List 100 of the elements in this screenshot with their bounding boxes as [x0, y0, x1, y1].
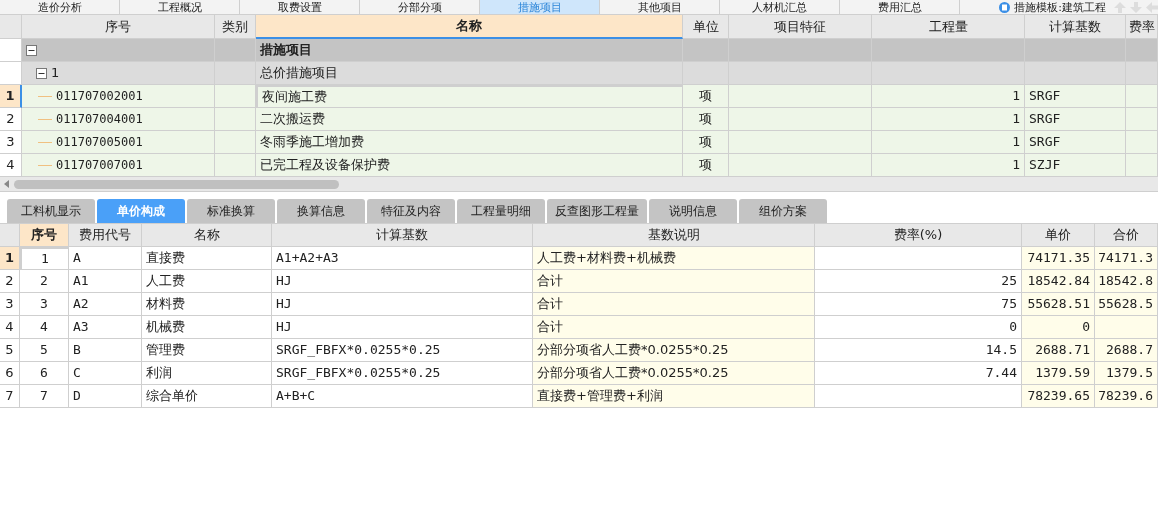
table-cell: 合计 [533, 293, 815, 316]
item-code: 011707002001 [56, 88, 143, 105]
column-header[interactable]: 类别 [215, 15, 256, 39]
table-cell [683, 39, 729, 62]
column-header[interactable]: 单价 [1022, 224, 1095, 247]
table-cell: 0 [815, 316, 1022, 339]
column-header[interactable]: 序号 [20, 224, 69, 247]
item-code: 011707004001 [56, 111, 143, 128]
detail-tab[interactable]: 工程量明细 [457, 199, 545, 223]
table-cell: 5 [20, 339, 69, 362]
scroll-left-icon[interactable] [3, 180, 11, 188]
table-cell: 机械费 [142, 316, 272, 339]
table-cell: 1 [872, 108, 1025, 131]
table-cell: 18542.84 [1022, 270, 1095, 293]
module-tab[interactable]: 造价分析 [0, 0, 120, 14]
table-cell: A+B+C [272, 385, 533, 408]
table-cell [1126, 85, 1158, 108]
table-cell: 项 [683, 154, 729, 177]
table-cell: 总价措施项目 [256, 62, 683, 85]
table-cell: 1379.5 [1095, 362, 1158, 385]
detail-tab[interactable]: 组价方案 [739, 199, 827, 223]
row-header: 3 [0, 293, 20, 316]
table-cell: 6 [20, 362, 69, 385]
row-header: 6 [0, 362, 20, 385]
table-cell: 0 [1022, 316, 1095, 339]
row-header: 4 [0, 154, 22, 177]
column-header[interactable]: 基数说明 [533, 224, 815, 247]
table-cell: SRGF_FBFX*0.0255*0.25 [272, 362, 533, 385]
column-header[interactable]: 名称 [142, 224, 272, 247]
table-cell: 4 [20, 316, 69, 339]
detail-tab[interactable]: 说明信息 [649, 199, 737, 223]
column-header[interactable]: 名称 [256, 15, 683, 39]
table-cell: SRGF_FBFX*0.0255*0.25 [272, 339, 533, 362]
module-tab[interactable]: 其他项目 [600, 0, 720, 14]
table-cell: 直接费+管理费+利润 [533, 385, 815, 408]
table-cell [1126, 62, 1158, 85]
table-cell: 1 [872, 85, 1025, 108]
module-tab[interactable]: 人材机汇总 [720, 0, 840, 14]
column-header[interactable]: 合价 [1095, 224, 1158, 247]
detail-tab[interactable]: 特征及内容 [367, 199, 455, 223]
table-cell: 合计 [533, 316, 815, 339]
collapse-icon[interactable] [36, 67, 47, 79]
table-cell: 1 [20, 247, 69, 270]
column-header[interactable]: 项目特征 [729, 15, 872, 39]
table-cell [1126, 108, 1158, 131]
table-cell: 综合单价 [142, 385, 272, 408]
column-header[interactable]: 费率(%) [815, 224, 1022, 247]
column-header[interactable]: 计算基数 [1025, 15, 1126, 39]
table-cell [1126, 154, 1158, 177]
column-header[interactable]: 计算基数 [272, 224, 533, 247]
column-header[interactable]: 费率 [1126, 15, 1158, 39]
detail-tab[interactable]: 标准换算 [187, 199, 275, 223]
table-cell: 3 [20, 293, 69, 316]
column-header[interactable]: 单位 [683, 15, 729, 39]
module-tab[interactable]: 费用汇总 [840, 0, 960, 14]
table-cell: 75 [815, 293, 1022, 316]
table-cell: 1379.59 [1022, 362, 1095, 385]
row-header: 3 [0, 131, 22, 154]
table-cell: 项 [683, 108, 729, 131]
row-header: 2 [0, 108, 22, 131]
table-cell: A3 [69, 316, 142, 339]
table-cell: A1 [69, 270, 142, 293]
table-cell: 55628.51 [1022, 293, 1095, 316]
template-label: 措施模板:建筑工程 [1014, 1, 1106, 13]
column-header[interactable]: 工程量 [872, 15, 1025, 39]
row-header: 4 [0, 316, 20, 339]
arrow-up-icon[interactable] [1114, 1, 1126, 13]
table-cell: 7 [20, 385, 69, 408]
item-code: 011707005001 [56, 134, 143, 151]
table-cell: 材料费 [142, 293, 272, 316]
table-cell: 合计 [533, 270, 815, 293]
table-cell: SZJF [1025, 154, 1126, 177]
detail-tab[interactable]: 换算信息 [277, 199, 365, 223]
detail-tab[interactable]: 反查图形工程量 [547, 199, 647, 223]
table-cell: HJ [272, 270, 533, 293]
item-code: 011707007001 [56, 157, 143, 174]
table-cell: A2 [69, 293, 142, 316]
table-cell: 1 [872, 154, 1025, 177]
detail-tab[interactable]: 工料机显示 [7, 199, 95, 223]
table-cell: 项 [683, 85, 729, 108]
scrollbar-thumb[interactable] [14, 179, 339, 189]
table-cell: 1 [872, 131, 1025, 154]
table-cell: 分部分项省人工费*0.0255*0.25 [533, 362, 815, 385]
row-header: 7 [0, 385, 20, 408]
table-cell: 25 [815, 270, 1022, 293]
module-tab[interactable]: 取费设置 [240, 0, 360, 14]
table-cell: C [69, 362, 142, 385]
arrow-down-icon[interactable] [1130, 1, 1142, 13]
row-header: 2 [0, 270, 20, 293]
row-header: 5 [0, 339, 20, 362]
column-header[interactable]: 费用代号 [69, 224, 142, 247]
table-cell: HJ [272, 293, 533, 316]
collapse-icon[interactable] [26, 44, 37, 56]
column-header[interactable]: 序号 [22, 15, 215, 39]
module-tab[interactable]: 工程概况 [120, 0, 240, 14]
table-cell: 利润 [142, 362, 272, 385]
table-cell [683, 62, 729, 85]
table-cell: 55628.5 [1095, 293, 1158, 316]
arrow-left-icon[interactable] [1146, 1, 1158, 13]
table-cell: 项 [683, 131, 729, 154]
